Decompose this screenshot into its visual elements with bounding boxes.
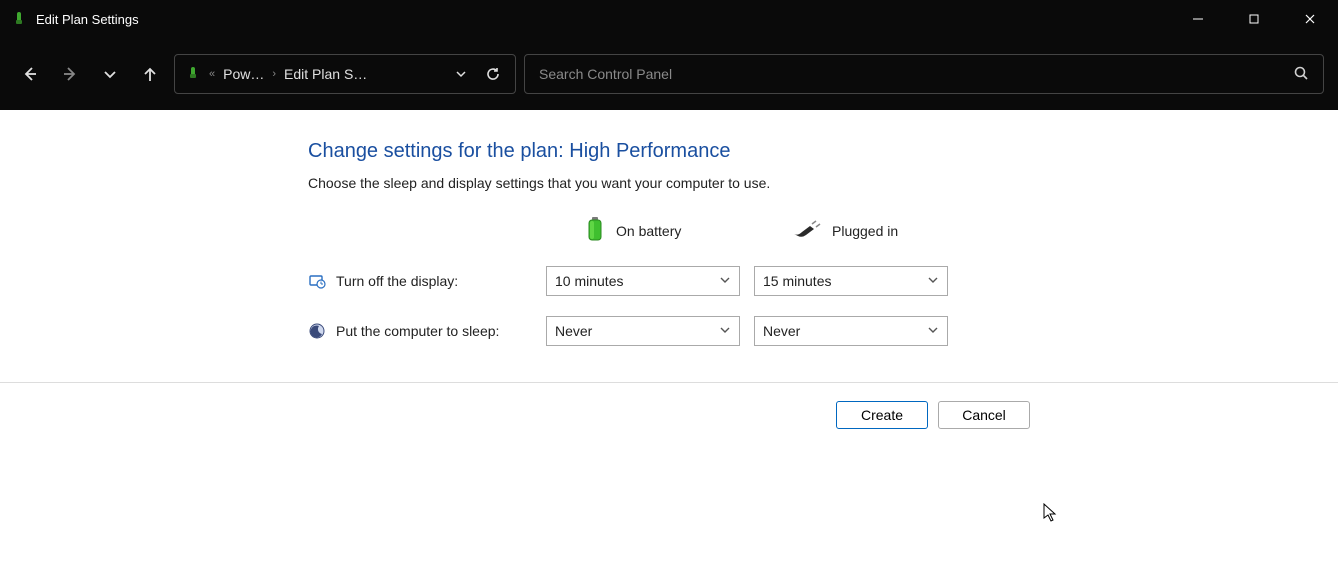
row-text: Put the computer to sleep: — [336, 323, 499, 339]
app-icon — [10, 10, 28, 28]
minimize-button[interactable] — [1170, 0, 1226, 38]
window-controls — [1170, 0, 1338, 38]
select-display-battery[interactable]: 10 minutes — [546, 266, 740, 296]
footer: Create Cancel — [0, 382, 1338, 429]
select-sleep-plugged[interactable]: Never — [754, 316, 948, 346]
select-display-plugged[interactable]: 15 minutes — [754, 266, 948, 296]
power-options-icon — [185, 65, 201, 84]
cursor-icon — [1043, 503, 1059, 523]
page-subtext: Choose the sleep and display settings th… — [308, 175, 1338, 191]
search-icon — [1293, 65, 1309, 84]
row-label-display: Turn off the display: — [308, 272, 532, 290]
select-value: Never — [763, 323, 800, 339]
breadcrumb-segment[interactable]: Edit Plan S… — [284, 66, 367, 82]
content-area: Change settings for the plan: High Perfo… — [0, 110, 1338, 583]
refresh-button[interactable] — [481, 66, 505, 82]
search-bar[interactable] — [524, 54, 1324, 94]
chevron-down-icon — [719, 273, 731, 289]
select-value: 15 minutes — [763, 273, 831, 289]
history-dropdown-button[interactable] — [449, 68, 473, 80]
plug-icon — [792, 220, 822, 241]
select-sleep-battery[interactable]: Never — [546, 316, 740, 346]
maximize-button[interactable] — [1226, 0, 1282, 38]
recent-locations-button[interactable] — [94, 58, 126, 90]
column-label: Plugged in — [832, 223, 898, 239]
chevron-down-icon — [927, 273, 939, 289]
chevron-left-icon: « — [209, 68, 215, 80]
page-heading: Change settings for the plan: High Perfo… — [308, 140, 1338, 163]
select-value: 10 minutes — [555, 273, 623, 289]
cancel-button[interactable]: Cancel — [938, 401, 1030, 429]
up-button[interactable] — [134, 58, 166, 90]
column-label: On battery — [616, 223, 681, 239]
sleep-moon-icon — [308, 322, 326, 340]
battery-icon — [584, 215, 606, 246]
back-button[interactable] — [14, 58, 46, 90]
close-button[interactable] — [1282, 0, 1338, 38]
column-header-plugged: Plugged in — [754, 220, 948, 241]
column-header-battery: On battery — [546, 215, 740, 246]
search-input[interactable] — [539, 66, 1293, 82]
forward-button[interactable] — [54, 58, 86, 90]
chevron-down-icon — [927, 323, 939, 339]
address-bar[interactable]: « Pow… › Edit Plan S… — [174, 54, 516, 94]
chevron-right-icon: › — [272, 68, 276, 80]
row-label-sleep: Put the computer to sleep: — [308, 322, 532, 340]
display-timer-icon — [308, 272, 326, 290]
select-value: Never — [555, 323, 592, 339]
chevron-down-icon — [719, 323, 731, 339]
breadcrumb-segment[interactable]: Pow… — [223, 66, 264, 82]
create-button[interactable]: Create — [836, 401, 928, 429]
settings-grid: On battery Plugged in Turn off the displ… — [308, 215, 1338, 346]
titlebar: Edit Plan Settings — [0, 0, 1338, 38]
window-title: Edit Plan Settings — [36, 12, 1170, 27]
row-text: Turn off the display: — [336, 273, 458, 289]
navbar: « Pow… › Edit Plan S… — [0, 38, 1338, 110]
